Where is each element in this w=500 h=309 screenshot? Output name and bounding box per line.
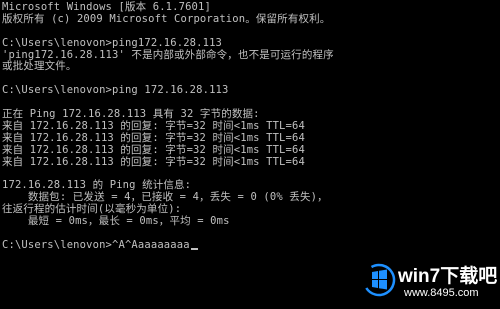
text-cursor (190, 247, 198, 250)
console-line: C:\Users\lenovon>ping 172.16.28.113 (2, 84, 229, 97)
watermark-url: www.8495.com (404, 287, 479, 299)
console-line: 来自 172.16.28.113 的回复: 字节=32 时间<1ms TTL=6… (2, 119, 305, 132)
console-line: 来自 172.16.28.113 的回复: 字节=32 时间<1ms TTL=6… (2, 143, 305, 156)
console-input[interactable]: C:\Users\lenovon>^A^Aaaaaaaaa (2, 239, 190, 251)
windows-flag-icon (362, 263, 396, 297)
console-prompt-line[interactable]: C:\Users\lenovon>^A^Aaaaaaaaa (2, 239, 334, 252)
console-line: 或批处理文件。 (2, 60, 77, 73)
watermark-brand: win7下载吧 (398, 266, 498, 287)
console-window[interactable]: Microsoft Windows [版本 6.1.7601] 版权所有 (c)… (0, 0, 500, 309)
console-line: C:\Users\lenovon>ping172.16.28.113 (2, 36, 223, 49)
watermark: win7下载吧 www.8495.com (360, 255, 498, 305)
console-line: 最短 = 0ms，最长 = 0ms，平均 = 0ms (2, 215, 230, 228)
console-line: 来自 172.16.28.113 的回复: 字节=32 时间<1ms TTL=6… (2, 131, 305, 144)
console-line: 版权所有 (c) 2009 Microsoft Corporation。保留所有… (2, 12, 331, 25)
console-line: 来自 172.16.28.113 的回复: 字节=32 时间<1ms TTL=6… (2, 155, 305, 168)
console-output: Microsoft Windows [版本 6.1.7601] 版权所有 (c)… (2, 1, 334, 252)
